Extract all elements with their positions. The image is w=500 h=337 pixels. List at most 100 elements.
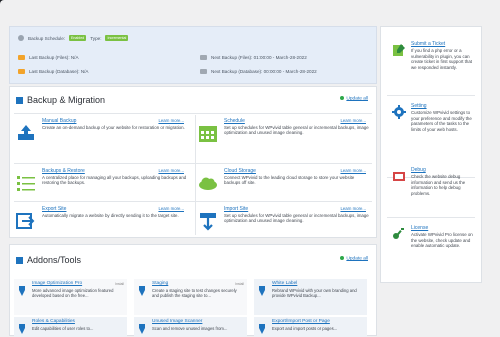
addons-tools-panel: Addons/Tools Update all Image Optimizati… (9, 244, 377, 337)
type-badge: Incremental (105, 35, 129, 41)
learn-more-link[interactable]: Learn more... (340, 206, 366, 211)
update-all-link[interactable]: Update all (340, 256, 368, 261)
sidebar-title[interactable]: License (411, 225, 428, 231)
type-label: Type: (90, 35, 102, 41)
folder-icon (18, 69, 25, 74)
help-sidebar: Submit a Ticket If you find a php error … (380, 26, 482, 283)
addon-title[interactable]: Staging (152, 281, 168, 286)
learn-more-link[interactable]: Learn more... (158, 168, 184, 173)
folder-icon (18, 55, 25, 60)
divider (14, 163, 372, 164)
backup-status-panel: Backup Schedule: Enabled Type: Increment… (9, 26, 377, 84)
schedule-card[interactable]: Schedule Learn more... Set up schedules … (196, 115, 372, 161)
addon-export-import-post[interactable]: Export/Import Post or Page Export and im… (254, 317, 367, 337)
last-backup-db-row: Last Backup (Database): N/A (18, 69, 89, 74)
addon-description: Scan and remove unused images from... (152, 326, 228, 331)
install-tag[interactable]: Install (235, 282, 244, 286)
addon-roles-capabilities[interactable]: Roles & Capabilities Edit capabilities o… (14, 317, 127, 337)
addon-title[interactable]: Unused Image Scanner (152, 319, 202, 324)
addon-title[interactable]: Roles & Capabilities (32, 319, 75, 324)
sidebar-title[interactable]: Setting (411, 103, 427, 109)
learn-more-link[interactable]: Learn more... (158, 206, 184, 211)
gear-icon (392, 105, 406, 119)
cloud-icon (199, 177, 217, 190)
next-backup-files: Next Backup (Files): 01:00:00 - March-28… (211, 55, 307, 60)
key-icon (393, 228, 404, 239)
panel-title: Backup & Migration (27, 95, 106, 105)
plugin-icon (139, 286, 145, 296)
install-tag[interactable]: Install (115, 282, 124, 286)
sidebar-item-ticket[interactable]: Submit a Ticket If you find a php error … (381, 39, 481, 94)
card-title[interactable]: Cloud Storage (224, 168, 256, 174)
update-all-link[interactable]: Update all (340, 96, 368, 101)
import-icon (200, 213, 216, 231)
divider (14, 113, 372, 114)
export-icon (16, 213, 35, 229)
sidebar-description: Check the website debug information and … (411, 174, 466, 196)
addon-description: Rebrand WPvivid with your own branding a… (272, 288, 357, 298)
card-description: Set up schedules for WPvivid table gener… (224, 213, 369, 224)
learn-more-link[interactable]: Learn more... (340, 118, 366, 123)
addon-description: More advanced image optimization feature… (32, 288, 114, 298)
schedule-gear-icon (18, 35, 24, 41)
card-title[interactable]: Export Site (42, 206, 66, 212)
ticket-icon (393, 44, 405, 56)
card-title[interactable]: Import Site (224, 206, 248, 212)
addon-description: Create a staging site to test changes se… (152, 288, 237, 298)
folder-icon (200, 55, 207, 60)
card-description: Connect WPvivid to the leading cloud sto… (224, 175, 355, 186)
next-backup-db-row: Next Backup (Database): 00:00:00 - March… (200, 69, 317, 74)
addon-title[interactable]: Image Optimization Pro (32, 281, 82, 286)
addon-title[interactable]: White Label (272, 281, 297, 286)
addon-staging[interactable]: Staging Install Create a staging site to… (134, 279, 247, 315)
sidebar-item-debug[interactable]: Debug Check the website debug informatio… (381, 165, 481, 215)
addon-title[interactable]: Export/Import Post or Page (272, 319, 330, 324)
last-backup-files-row: Last Backup (Files): N/A (18, 55, 79, 60)
manual-backup-card[interactable]: Manual Backup Learn more... Create an on… (14, 115, 190, 161)
card-description: Set up schedules for WPvivid table gener… (224, 125, 369, 136)
list-icon (16, 96, 23, 104)
refresh-icon (340, 256, 345, 260)
plugin-icon (259, 286, 265, 296)
addon-unused-image-scanner[interactable]: Unused Image Scanner Scan and remove unu… (134, 317, 247, 337)
last-backup-files: Last Backup (Files): N/A (29, 55, 79, 60)
backup-upload-icon (18, 125, 34, 140)
sidebar-title[interactable]: Debug (411, 167, 426, 173)
backup-migration-header: Backup & Migration (16, 95, 105, 105)
export-site-card[interactable]: Export Site Learn more... Automatically … (14, 203, 190, 249)
card-description: A centralized place for managing all you… (42, 175, 187, 186)
last-backup-db: Last Backup (Database): N/A (29, 69, 89, 74)
learn-more-link[interactable]: Learn more... (158, 118, 184, 123)
backup-migration-panel: Backup & Migration Update all Manual Bac… (9, 86, 377, 238)
plugin-icon (19, 324, 25, 334)
folder-icon (200, 69, 207, 74)
learn-more-link[interactable]: Learn more... (340, 168, 366, 173)
sidebar-title[interactable]: Submit a Ticket (411, 41, 445, 47)
list-icon (16, 256, 23, 264)
plugin-icon (19, 286, 25, 296)
next-backup-db: Next Backup (Database): 00:00:00 - March… (211, 69, 317, 74)
sidebar-description: Activate WPvivid Pro license on the webs… (411, 232, 473, 249)
divider (195, 115, 196, 235)
panel-title: Addons/Tools (27, 255, 82, 265)
addon-image-optimization[interactable]: Image Optimization Pro Install More adva… (14, 279, 127, 315)
addon-description: Export and import posts or pages... (272, 326, 338, 331)
plugin-icon (139, 324, 145, 334)
card-description: Create an on-demand backup of your websi… (42, 125, 185, 130)
schedule-label: Backup Schedule: (28, 35, 66, 41)
card-title[interactable]: Manual Backup (42, 118, 76, 124)
schedule-badge: Enabled (69, 35, 87, 41)
calendar-icon (199, 126, 217, 142)
addon-white-label[interactable]: White Label Rebrand WPvivid with your ow… (254, 279, 367, 315)
addon-description: Edit capabilities of user roles to... (32, 326, 94, 331)
list-icon (17, 176, 35, 191)
divider (14, 201, 372, 202)
sidebar-item-setting[interactable]: Setting Customize WPvivid settings to yo… (381, 101, 481, 171)
card-title[interactable]: Backups & Restore (42, 168, 85, 174)
wpvivid-dashboard: Backup Schedule: Enabled Type: Increment… (0, 0, 500, 337)
sidebar-item-license[interactable]: License Activate WPvivid Pro license on … (381, 223, 481, 278)
card-title[interactable]: Schedule (224, 118, 245, 124)
import-site-card[interactable]: Import Site Learn more... Set up schedul… (196, 203, 372, 249)
divider (387, 95, 475, 96)
schedule-row: Backup Schedule: Enabled Type: Increment… (18, 35, 129, 41)
